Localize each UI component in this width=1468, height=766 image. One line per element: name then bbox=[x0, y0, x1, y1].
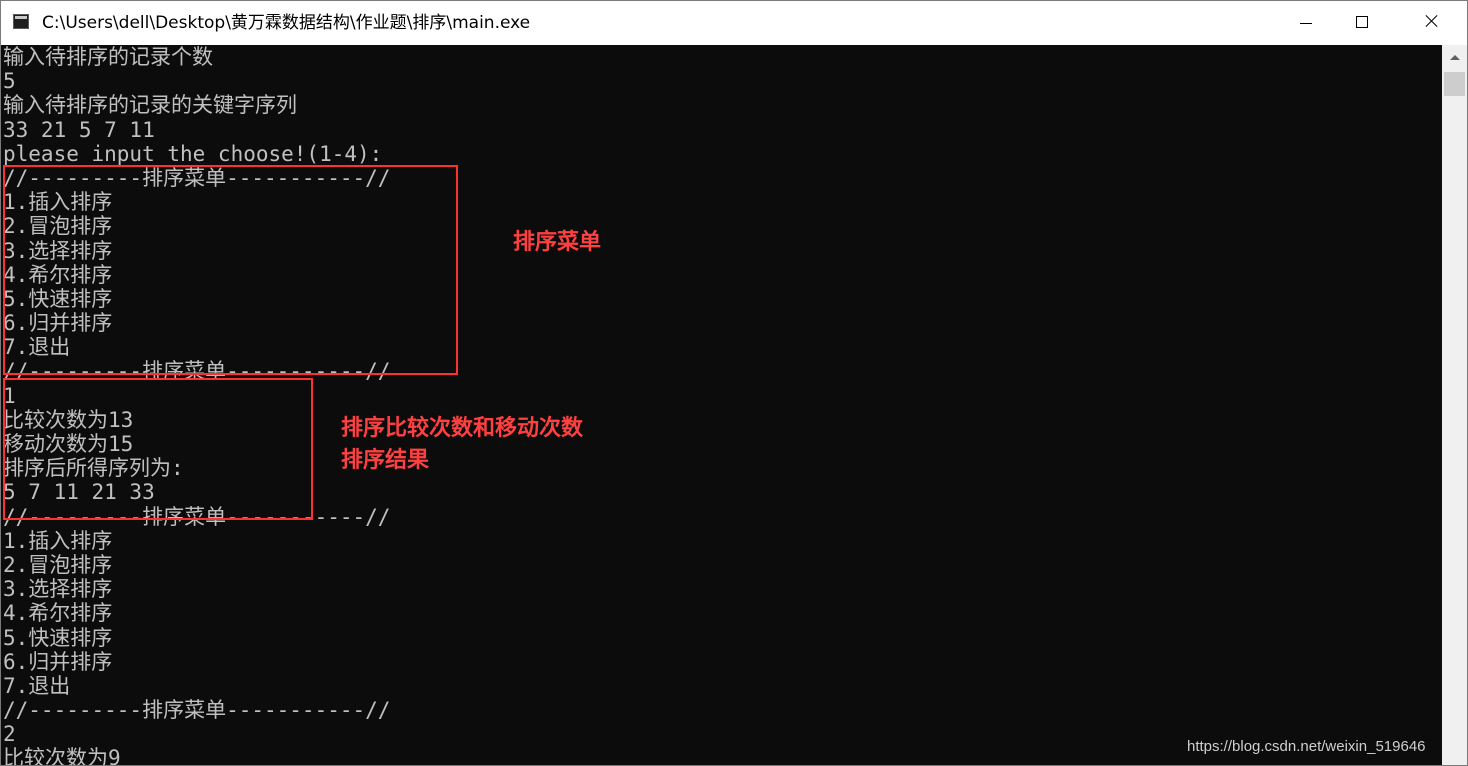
console-line: 1.插入排序 bbox=[3, 528, 113, 553]
close-icon bbox=[1423, 12, 1441, 30]
minimize-button[interactable] bbox=[1283, 1, 1329, 45]
console-line: 输入待排序的记录个数 bbox=[3, 45, 213, 69]
menu-highlight-box bbox=[3, 165, 458, 375]
maximize-icon bbox=[1356, 16, 1368, 28]
vertical-scrollbar[interactable] bbox=[1442, 45, 1467, 765]
console-line: 输入待排序的记录的关键字序列 bbox=[3, 93, 297, 118]
console-window: C:\Users\dell\Desktop\黄万霖数据结构\作业题\排序\mai… bbox=[0, 0, 1468, 766]
console-app-icon[interactable] bbox=[13, 14, 29, 29]
console-line: 3.选择排序 bbox=[3, 577, 113, 602]
console-line: 5.快速排序 bbox=[3, 625, 113, 650]
console-line: 6.归并排序 bbox=[3, 649, 113, 674]
console-line: 2.冒泡排序 bbox=[3, 552, 113, 577]
result-annotation-line2: 排序结果 bbox=[341, 448, 430, 473]
minimize-icon bbox=[1300, 23, 1312, 24]
menu-annotation: 排序菜单 bbox=[513, 230, 602, 255]
result-annotation-line1: 排序比较次数和移动次数 bbox=[341, 416, 584, 441]
console-line: 33 21 5 7 11 bbox=[3, 117, 155, 142]
scroll-up-button[interactable] bbox=[1442, 45, 1467, 69]
close-button[interactable] bbox=[1409, 1, 1455, 45]
title-bar[interactable]: C:\Users\dell\Desktop\黄万霖数据结构\作业题\排序\mai… bbox=[1, 1, 1467, 45]
console-line: 7.退出 bbox=[3, 673, 71, 698]
result-highlight-box bbox=[3, 378, 313, 520]
maximize-button[interactable] bbox=[1339, 1, 1385, 45]
watermark: https://blog.csdn.net/weixin_519646 bbox=[1187, 738, 1426, 755]
console-line: 5 bbox=[3, 69, 16, 94]
console-line: //---------排序菜单-----------// bbox=[3, 698, 391, 723]
console-line: please input the choose!(1-4): bbox=[3, 141, 383, 166]
window-title: C:\Users\dell\Desktop\黄万霖数据结构\作业题\排序\mai… bbox=[42, 13, 531, 33]
console-line: 4.希尔排序 bbox=[3, 601, 113, 626]
scrollbar-thumb[interactable] bbox=[1444, 72, 1465, 96]
